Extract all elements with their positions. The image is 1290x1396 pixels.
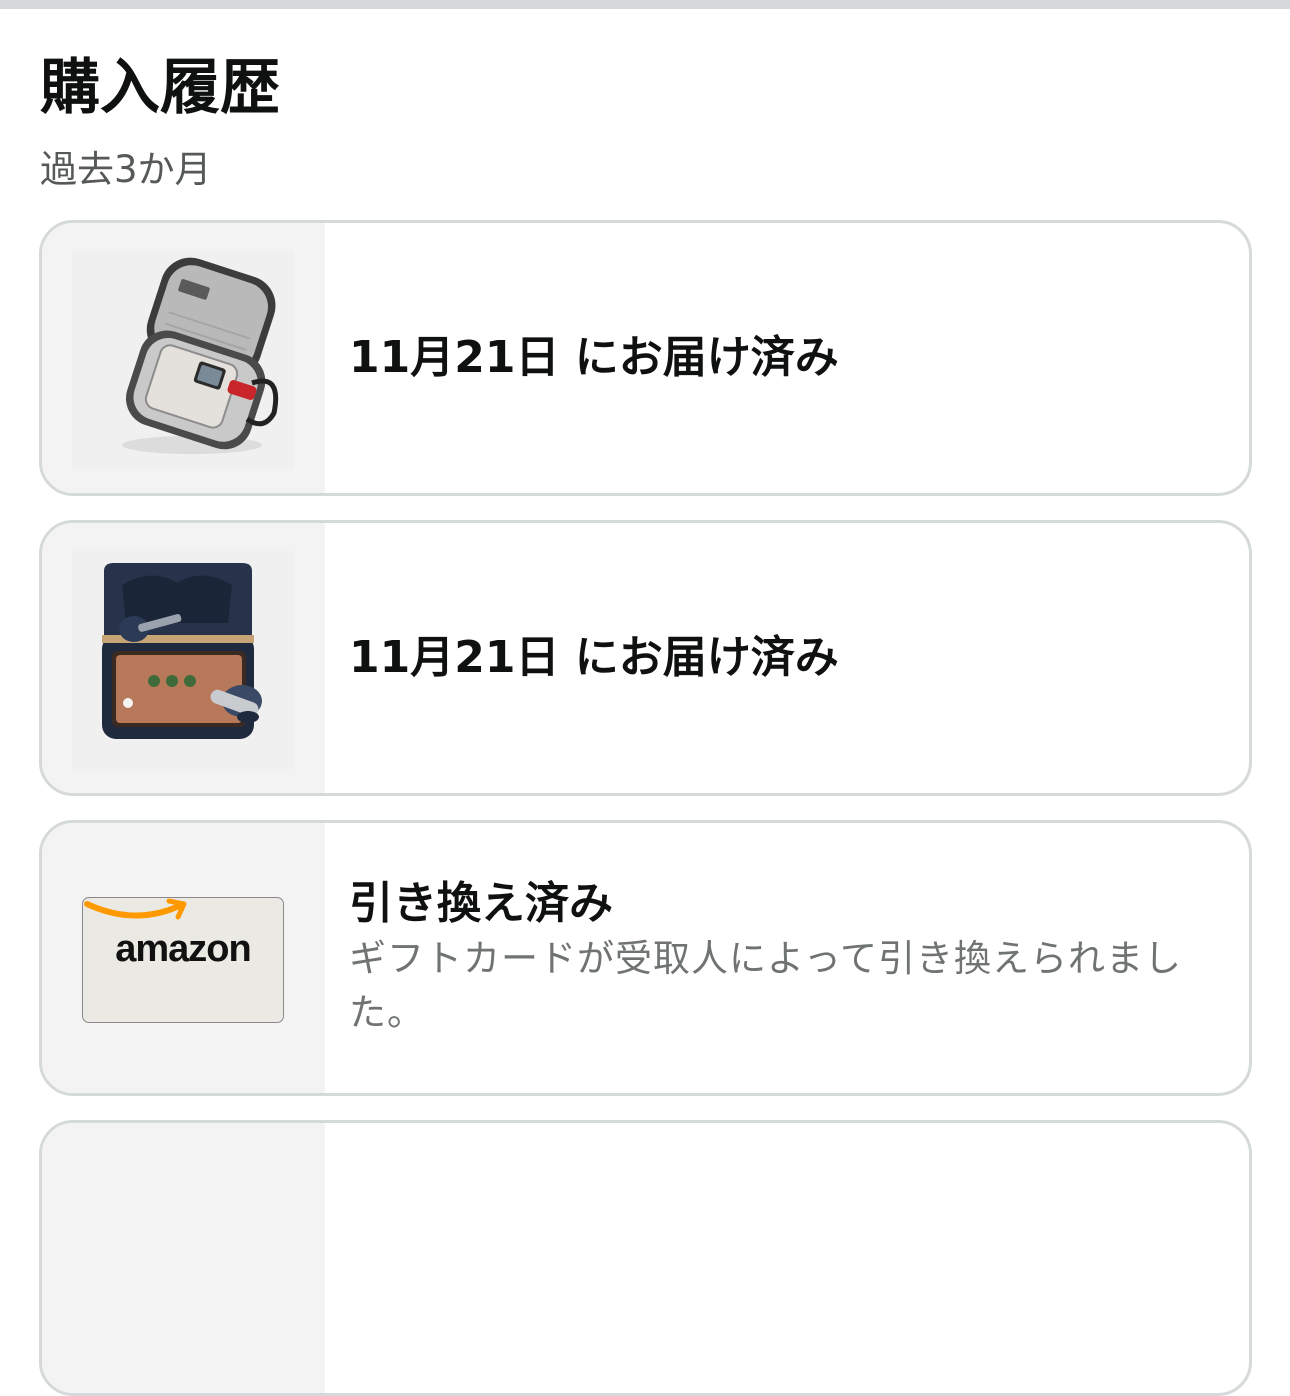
- order-info: 11月21日 にお届け済み: [349, 523, 1209, 793]
- product-thumbnail[interactable]: amazon: [42, 823, 325, 1093]
- order-info: 引き換え済み ギフトカードが受取人によって引き換えられました。: [349, 823, 1209, 1093]
- amazon-gift-card-image: amazon: [82, 897, 284, 1023]
- page-title: 購入履歴: [40, 53, 280, 123]
- delivery-status: 11月21日 にお届け済み: [349, 332, 839, 383]
- delivery-status: 11月21日 にお届け済み: [349, 632, 839, 683]
- amazon-logo-text: amazon: [115, 928, 251, 970]
- order-card[interactable]: [39, 1120, 1252, 1396]
- product-thumbnail[interactable]: [42, 223, 325, 493]
- order-card[interactable]: amazon 引き換え済み ギフトカードが受取人によって引き換えられました。: [39, 820, 1252, 1096]
- top-divider-strip: [0, 0, 1290, 9]
- order-card[interactable]: 11月21日 にお届け済み: [39, 220, 1252, 496]
- order-card[interactable]: 11月21日 にお届け済み: [39, 520, 1252, 796]
- time-filter-label[interactable]: 過去3か月: [40, 146, 212, 194]
- product-thumbnail[interactable]: [42, 1123, 325, 1393]
- product-thumbnail[interactable]: [42, 523, 325, 793]
- redemption-description: ギフトカードが受取人によって引き換えられました。: [349, 937, 1183, 1034]
- amazon-smile-icon: [84, 898, 187, 920]
- jbl-earbuds-touchscreen-case-image: [72, 551, 294, 769]
- order-info: 11月21日 にお届け済み: [349, 223, 1209, 493]
- earbuds-carrying-case-image: [72, 251, 294, 469]
- redemption-status: 引き換え済み: [349, 878, 613, 929]
